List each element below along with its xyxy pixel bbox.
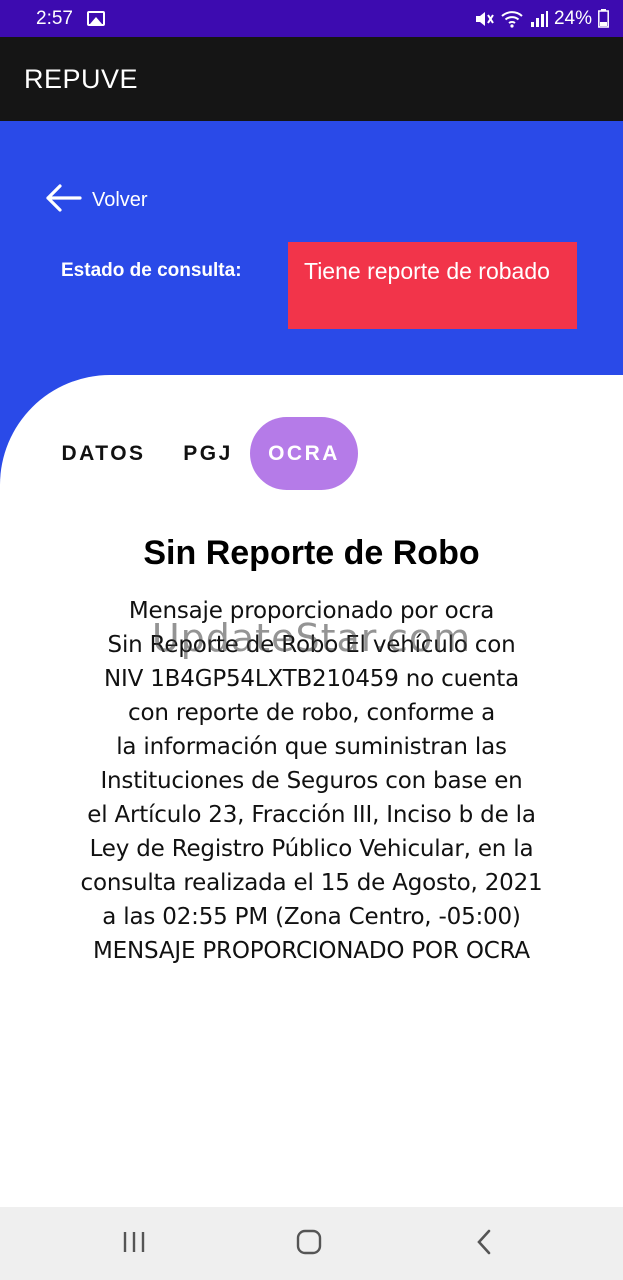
home-icon [295, 1228, 323, 1260]
arrow-left-icon [44, 183, 82, 217]
home-button[interactable] [269, 1207, 349, 1280]
back-button[interactable]: Volver [44, 183, 148, 217]
recents-icon [121, 1230, 147, 1258]
status-bar: 2:57 24% [0, 0, 623, 37]
wifi-icon [500, 10, 524, 28]
status-time: 2:57 [36, 7, 73, 29]
tab-ocra[interactable]: OCRA [250, 417, 358, 490]
estado-status-badge: Tiene reporte de robado [288, 242, 577, 329]
tab-pgj[interactable]: PGJ [176, 417, 240, 491]
mute-icon [474, 10, 494, 28]
message-line: MENSAJE PROPORCIONADO POR OCRA [93, 938, 530, 964]
app-bar: REPUVE [0, 37, 623, 121]
message-line: Sin Reporte de Robo El vehículo con [107, 632, 516, 658]
message-line: Ley de Registro Público Vehicular, en la [89, 836, 534, 862]
estado-label: Estado de consulta: [61, 260, 242, 281]
message-line: consulta realizada el 15 de Agosto, 2021 [80, 870, 543, 896]
message-line: a las 02:55 PM (Zona Centro, -05:00) [102, 904, 521, 930]
message-line: Mensaje proporcionado por ocra [128, 598, 495, 624]
image-icon [86, 11, 105, 26]
recents-button[interactable] [94, 1207, 174, 1280]
result-title: Sin Reporte de Robo [143, 534, 480, 572]
message-line: el Artículo 23, Fracción III, Inciso b d… [87, 802, 536, 828]
status-icons: 24% [474, 8, 609, 30]
app-title: REPUVE [24, 63, 139, 94]
tab-datos[interactable]: DATOS [56, 417, 151, 491]
message-line: la información que suministran las [116, 734, 507, 760]
tab-bar: DATOS PGJ OCRA [0, 417, 623, 491]
back-label: Volver [92, 188, 148, 211]
message-line: con reporte de robo, conforme a [128, 700, 495, 726]
system-nav-bar [0, 1207, 623, 1280]
chevron-left-icon [474, 1229, 494, 1259]
signal-icon [530, 10, 548, 28]
message-line: Instituciones de Seguros con base en [100, 768, 523, 794]
system-back-button[interactable] [444, 1207, 524, 1280]
result-message: Mensaje proporcionado por ocra Sin Repor… [10, 594, 613, 968]
battery-percent: 24% [553, 7, 592, 29]
message-line: NIV 1B4GP54LXTB210459 no cuenta [104, 666, 519, 692]
battery-icon [598, 9, 609, 28]
